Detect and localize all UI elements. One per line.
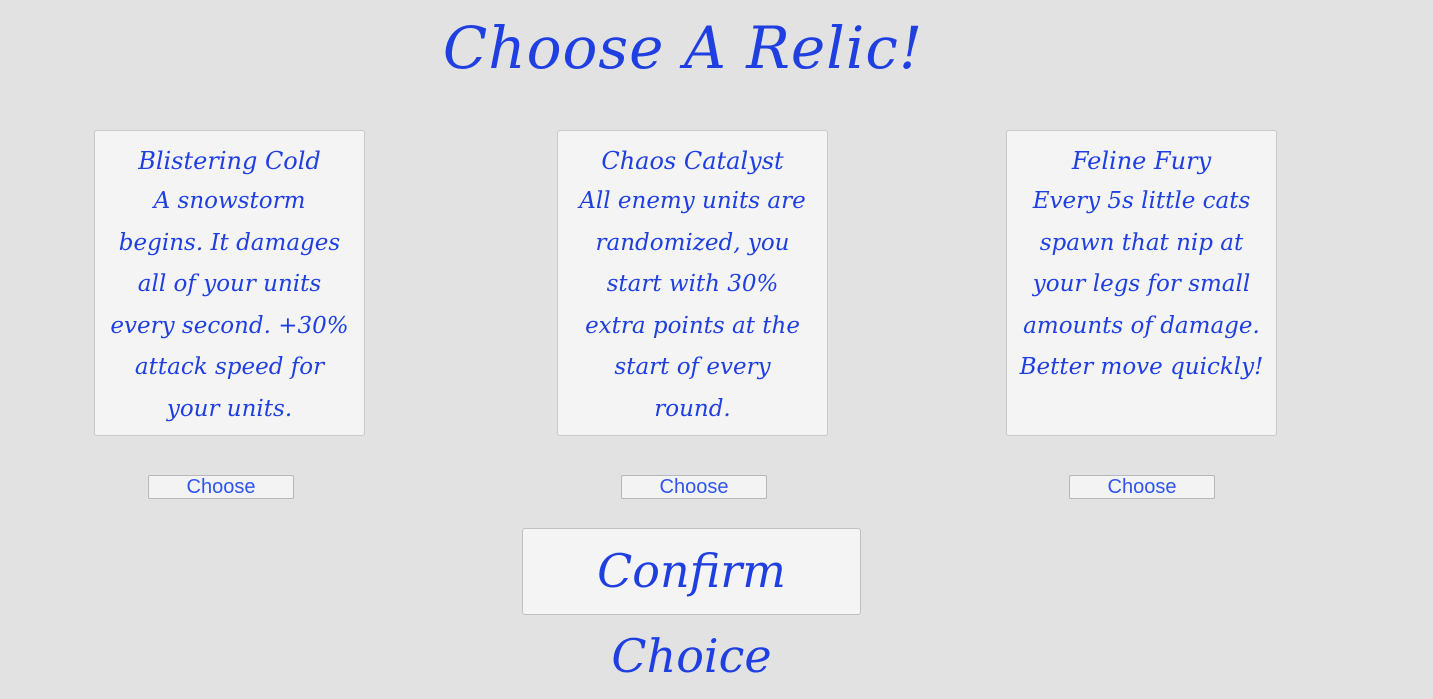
choose-button-blistering-cold[interactable]: Choose [148, 475, 294, 499]
relic-card-feline-fury[interactable]: Feline Fury Every 5s little cats spawn t… [1006, 130, 1277, 436]
relic-description: A snowstorm begins. It damages all of yo… [110, 188, 349, 422]
page-title: Choose A Relic! [442, 14, 924, 82]
relic-description: Every 5s little cats spawn that nip at y… [1019, 188, 1264, 380]
relic-card-chaos-catalyst[interactable]: Chaos Catalyst All enemy units are rando… [557, 130, 828, 436]
confirm-choice-button[interactable]: Confirm Choice [522, 528, 861, 683]
relic-description: All enemy units are randomized, you star… [579, 188, 806, 422]
relic-name: Blistering Cold [138, 147, 321, 175]
choose-button-feline-fury[interactable]: Choose [1069, 475, 1215, 499]
choose-button-chaos-catalyst[interactable]: Choose [621, 475, 767, 499]
relic-name: Chaos Catalyst [601, 147, 784, 175]
relic-card-blistering-cold[interactable]: Blistering Cold A snowstorm begins. It d… [94, 130, 365, 436]
relic-name: Feline Fury [1071, 147, 1212, 175]
